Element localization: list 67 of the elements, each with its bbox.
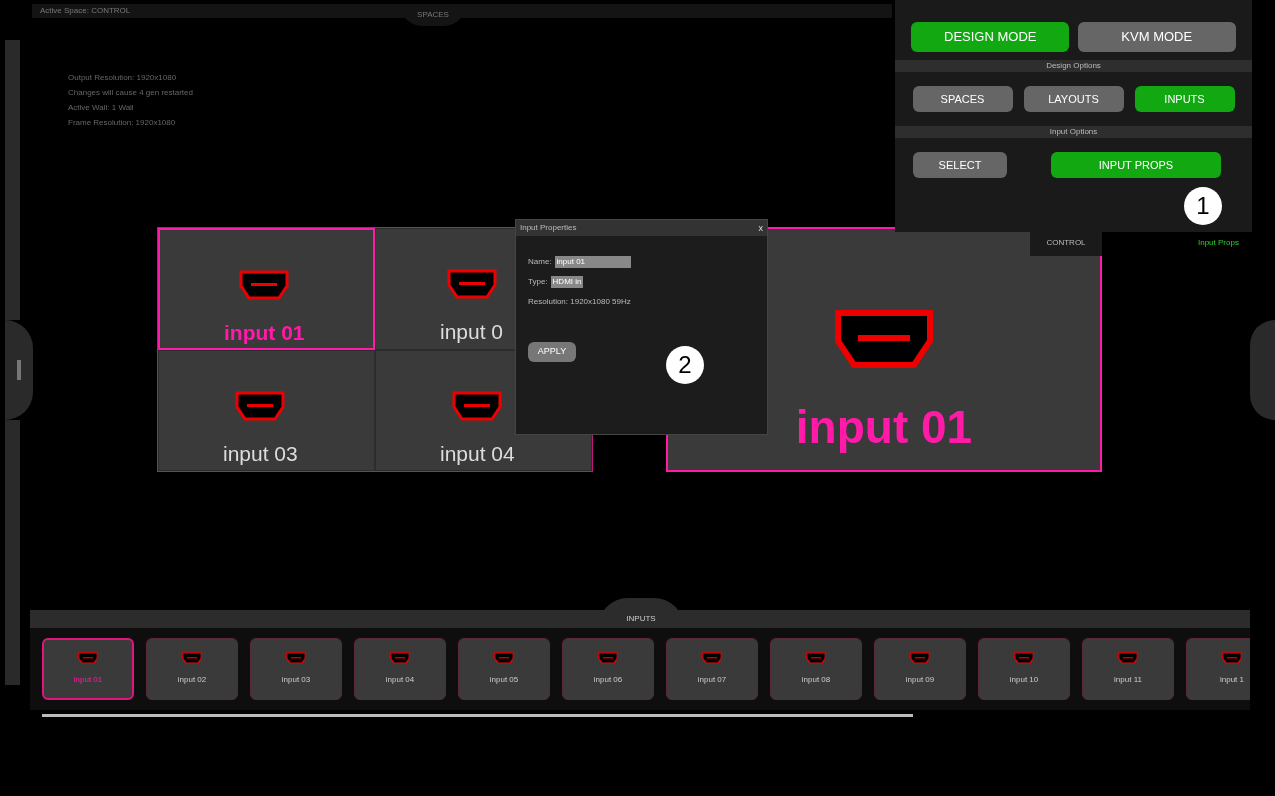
info-text: Changes will cause 4 gen restarted — [68, 88, 193, 97]
input-label: input 09 — [905, 674, 935, 686]
section-header: Design Options — [895, 60, 1252, 72]
status-text: Input Props — [1198, 237, 1239, 249]
option-button[interactable]: KVM MODE — [1077, 22, 1236, 52]
input-label: input 03 — [223, 442, 298, 464]
hdmi-port-icon — [907, 652, 933, 664]
hdmi-port-icon — [283, 652, 309, 664]
input-label: input 01 — [73, 674, 103, 686]
info-text: Output Resolution: 1920x1080 — [68, 73, 178, 82]
input-tile[interactable]: input 10 — [978, 638, 1070, 700]
info-text: Active Wall: 1 Wall — [68, 103, 135, 112]
hdmi-port-icon — [1011, 652, 1037, 664]
space-title: Active Space: CONTROL — [40, 5, 131, 17]
grip-icon — [16, 360, 22, 380]
input-tile[interactable]: input 03 — [250, 638, 342, 700]
hdmi-port-icon — [699, 652, 725, 664]
apply-button[interactable]: APPLY — [528, 342, 576, 362]
value-field[interactable]: input 01 — [554, 256, 631, 268]
field-label: Type: — [528, 276, 548, 288]
input-tile[interactable]: input 06 — [562, 638, 654, 700]
option-button[interactable]: SPACES — [912, 86, 1013, 112]
hdmi-port-icon — [387, 652, 413, 664]
input-tile[interactable]: input 02 — [146, 638, 238, 700]
input-label: input 11 — [1114, 674, 1142, 686]
input-label: input 01 — [795, 400, 973, 455]
layout-cell[interactable]: input 03 — [158, 349, 375, 471]
input-tile[interactable]: input 1 — [1186, 638, 1250, 700]
input-label: input 04 — [385, 674, 415, 686]
right-side-tab[interactable] — [1250, 320, 1275, 420]
input-tile[interactable]: input 09 — [874, 638, 966, 700]
input-tile[interactable]: input 05 — [458, 638, 550, 700]
option-button[interactable]: LAYOUTS — [1023, 86, 1124, 112]
hdmi-port-icon — [595, 652, 621, 664]
hdmi-port-icon — [75, 652, 101, 664]
control-tab[interactable]: CONTROL — [1030, 232, 1102, 256]
hdmi-port-icon — [451, 390, 504, 421]
input-tile[interactable]: input 08 — [770, 638, 862, 700]
hdmi-port-icon — [1219, 652, 1245, 664]
info-text: Frame Resolution: 1920x1080 — [68, 118, 177, 127]
hdmi-port-icon — [234, 390, 287, 421]
input-label: input 04 — [440, 442, 515, 464]
input-label: input 08 — [801, 674, 831, 686]
value-field[interactable]: HDMI in — [550, 276, 584, 288]
input-label: input 1 — [1220, 674, 1244, 686]
hdmi-port-icon — [803, 652, 829, 664]
input-label: input 07 — [697, 674, 727, 686]
option-button[interactable]: SELECT — [913, 152, 1007, 178]
hdmi-port-icon — [1115, 652, 1141, 664]
input-tile[interactable]: input 11 — [1082, 638, 1174, 700]
input-label: input 02 — [177, 674, 207, 686]
left-side-tab[interactable] — [5, 320, 33, 420]
scrollbar-thumb[interactable] — [42, 714, 913, 717]
hdmi-port-icon — [491, 652, 517, 664]
input-label: input 03 — [281, 674, 311, 686]
hdmi-port-icon — [179, 652, 205, 664]
input-tile[interactable]: input 07 — [666, 638, 758, 700]
input-label: input 10 — [1009, 674, 1039, 686]
input-label: input 05 — [489, 674, 519, 686]
input-label: input 0 — [440, 321, 504, 342]
input-tile[interactable]: input 04 — [354, 638, 446, 700]
hdmi-port-icon — [238, 270, 291, 300]
hdmi-port-icon — [445, 269, 498, 299]
input-label: input 01 — [224, 322, 305, 343]
input-label: input 06 — [593, 674, 623, 686]
field-label: Name: — [528, 256, 552, 268]
section-header: Input Options — [895, 126, 1252, 138]
